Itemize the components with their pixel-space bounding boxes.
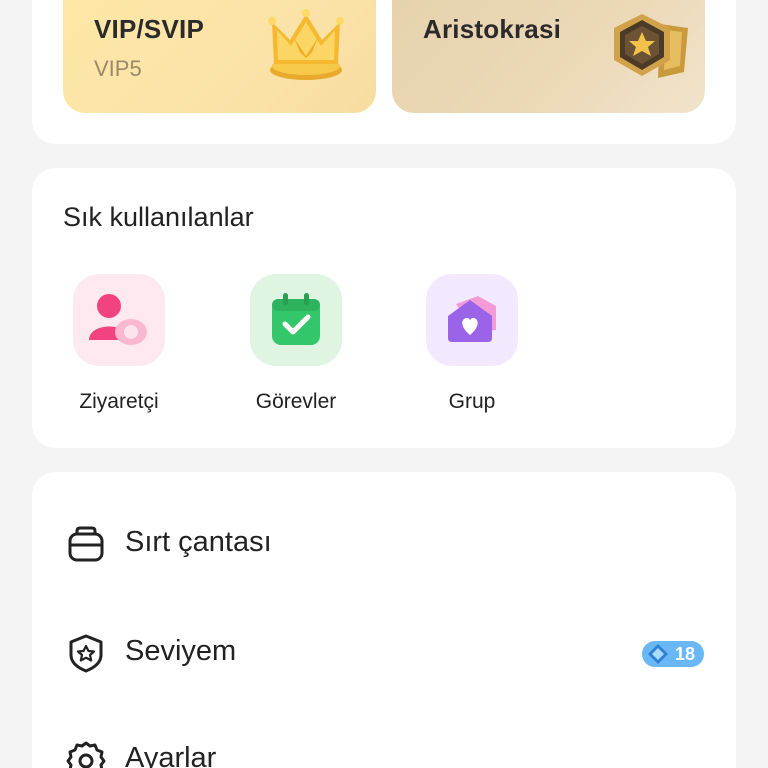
- menu-card: Sırt çantası Seviyem 18 Ayarlar: [32, 472, 736, 768]
- favorite-visitor[interactable]: Ziyaretçi: [39, 274, 199, 414]
- diamond-icon: [648, 644, 668, 664]
- favorite-label: Grup: [448, 390, 496, 413]
- tasks-icon: [250, 274, 342, 366]
- backpack-icon: [68, 526, 104, 562]
- membership-card: VIP/SVIP VIP5 Aristokrasi: [32, 0, 736, 144]
- level-number: 18: [675, 644, 696, 664]
- vip-svip-tile[interactable]: VIP/SVIP VIP5: [63, 0, 376, 113]
- menu-label: Sırt çantası: [125, 526, 272, 558]
- menu-item-backpack[interactable]: Sırt çantası: [32, 512, 736, 572]
- menu-label: Seviyem: [125, 635, 237, 667]
- star-medal-icon: [614, 14, 688, 78]
- aristocracy-title: Aristokrasi: [423, 14, 562, 44]
- menu-item-level[interactable]: Seviyem 18: [32, 621, 736, 681]
- group-icon: [426, 274, 518, 366]
- favorite-label: Ziyaretçi: [79, 390, 159, 413]
- favorite-group[interactable]: Grup: [392, 274, 552, 414]
- vip-title: VIP/SVIP: [94, 14, 204, 44]
- settings-gear-icon: [66, 741, 106, 768]
- level-shield-icon: [69, 634, 103, 673]
- favorite-tasks[interactable]: Görevler: [216, 274, 376, 414]
- favorite-label: Görevler: [255, 390, 337, 413]
- level-badge: 18: [642, 641, 704, 667]
- vip-level: VIP5: [94, 56, 142, 81]
- aristocracy-tile[interactable]: Aristokrasi: [392, 0, 705, 113]
- menu-label: Ayarlar: [125, 742, 217, 768]
- favorites-card: Sık kullanılanlar Ziyaretçi Görevler Gru…: [32, 168, 736, 448]
- crown-icon: [268, 9, 344, 80]
- favorites-title: Sık kullanılanlar: [63, 202, 254, 232]
- visitor-icon: [73, 274, 165, 366]
- menu-item-settings[interactable]: Ayarlar: [32, 728, 736, 768]
